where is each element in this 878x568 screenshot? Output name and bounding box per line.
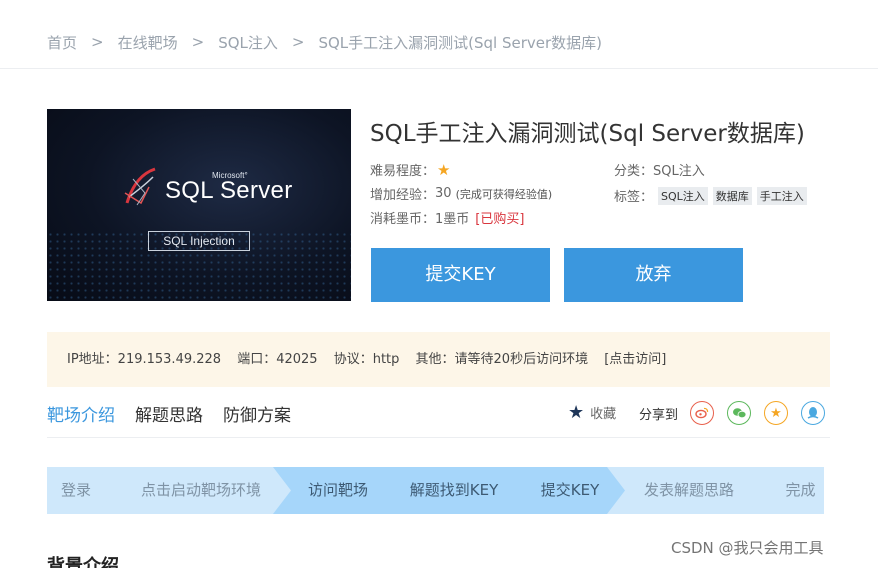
bought-badge: [已购买]: [475, 212, 525, 227]
tabs-divider: [47, 437, 830, 438]
submit-key-button[interactable]: 提交KEY: [371, 248, 550, 302]
tag-manual-injection[interactable]: 手工注入: [756, 186, 807, 205]
breadcrumb-home[interactable]: 首页: [47, 32, 77, 53]
step-label: 发表解题思路: [643, 481, 734, 499]
give-up-button[interactable]: 放弃: [564, 248, 743, 302]
breadcrumb-separator: >: [291, 33, 305, 51]
step-complete: 完成: [747, 467, 824, 514]
step-label: 登录: [60, 481, 91, 499]
qq-icon[interactable]: [801, 401, 825, 425]
environment-info-bar: IP地址：219.153.49.228 端口：42025 协议：http 其他：…: [47, 332, 830, 387]
qzone-icon[interactable]: ★: [764, 401, 788, 425]
tab-range-intro[interactable]: 靶场介绍: [47, 401, 115, 426]
tab-defense-plan[interactable]: 防御方案: [223, 401, 291, 426]
exp-value: 30: [435, 186, 452, 201]
weibo-icon[interactable]: [690, 401, 714, 425]
step-label: 提交KEY: [540, 481, 600, 499]
cost-label: 消耗墨币：: [370, 212, 436, 227]
exp-note: (完成可获得经验值): [455, 187, 553, 201]
visit-link[interactable]: [点击访问]: [604, 352, 666, 367]
protocol: 协议：http: [333, 352, 400, 367]
breadcrumb-sql-injection[interactable]: SQL注入: [218, 32, 278, 53]
favorite-star-icon: ★: [568, 402, 585, 423]
step-label: 点击启动靶场环境: [140, 481, 261, 499]
cover-brand-text: SQL Server: [165, 177, 293, 204]
step-post-solution: 发表解题思路: [607, 467, 767, 514]
progress-steps: 登录 点击启动靶场环境 访问靶场 解题找到KEY 提交KEY 发表解题思路 完成: [47, 467, 824, 514]
exp-label: 增加经验：: [370, 188, 436, 203]
breadcrumb-online-range[interactable]: 在线靶场: [118, 32, 178, 53]
tag-sql-injection[interactable]: SQL注入: [658, 186, 708, 205]
ip-address: IP地址：219.153.49.228: [67, 352, 222, 367]
cover-image: Microsoft° SQL Server SQL Injection: [47, 109, 351, 301]
breadcrumb: 首页 > 在线靶场 > SQL注入 > SQL手工注入漏洞测试(Sql Serv…: [47, 31, 602, 53]
cost-value: 1墨币: [435, 212, 470, 227]
experience-row: 增加经验： 30 (完成可获得经验值): [370, 184, 552, 203]
sql-server-logo-icon: [124, 167, 156, 206]
tag-database[interactable]: 数据库: [712, 186, 752, 205]
cover-tag-box: SQL Injection: [148, 231, 250, 251]
breadcrumb-separator: >: [91, 33, 104, 51]
content-tabs: 靶场介绍 解题思路 防御方案: [47, 401, 311, 426]
step-label: 访问靶场: [307, 481, 368, 499]
step-label: 解题找到KEY: [409, 481, 499, 499]
share-label: 分享到: [639, 408, 679, 423]
category-label: 分类：: [614, 164, 654, 179]
category-value[interactable]: SQL注入: [653, 160, 705, 179]
breadcrumb-current[interactable]: SQL手工注入漏洞测试(Sql Server数据库): [318, 32, 602, 53]
page-title: SQL手工注入漏洞测试(Sql Server数据库): [370, 121, 805, 147]
step-label: 完成: [785, 481, 816, 499]
step-find-key: 解题找到KEY: [377, 467, 527, 514]
cost-row: 消耗墨币： 1墨币 [已购买]: [370, 208, 524, 227]
favorite-button[interactable]: ★ 收藏: [568, 402, 616, 423]
difficulty-label: 难易程度：: [370, 164, 436, 179]
wechat-icon[interactable]: [727, 401, 751, 425]
category-row: 分类： SQL注入: [614, 160, 705, 179]
section-title-background: 背景介绍: [47, 556, 119, 568]
breadcrumb-separator: >: [191, 33, 205, 51]
tab-solution-ideas[interactable]: 解题思路: [135, 401, 203, 426]
difficulty-star-icon: ★: [437, 160, 451, 179]
favorite-label: 收藏: [590, 407, 617, 422]
tags-label: 标签：: [614, 190, 654, 205]
difficulty-row: 难易程度： ★: [370, 160, 451, 180]
tags-row: 标签： SQL注入 数据库 手工注入: [614, 186, 807, 205]
other-note: 其他：请等待20秒后访问环境: [415, 352, 589, 367]
csdn-watermark: CSDN @我只会用工具: [671, 539, 824, 557]
port: 端口：42025: [237, 352, 318, 367]
step-start-environment: 点击启动靶场环境: [97, 467, 295, 514]
top-divider: [0, 68, 878, 69]
